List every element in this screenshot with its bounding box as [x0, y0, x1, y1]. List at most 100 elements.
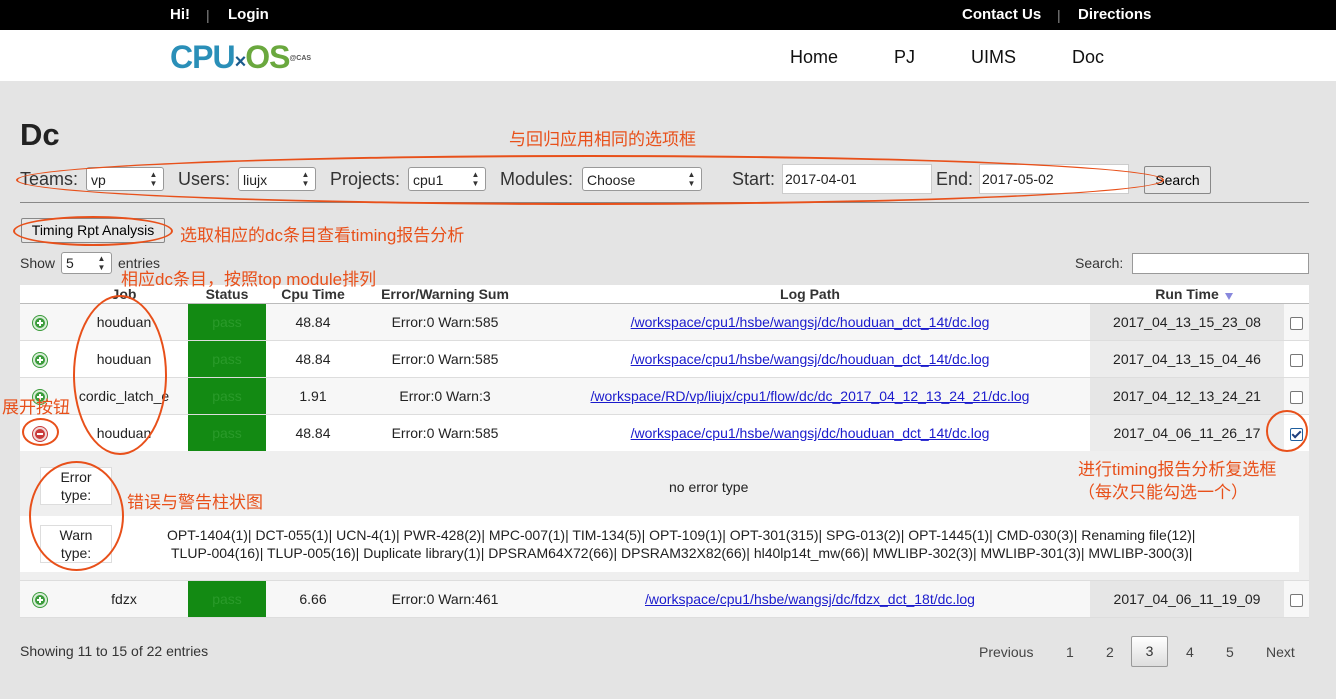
row-checkbox[interactable] — [1290, 593, 1303, 607]
error-warning-cell: Error:0 Warn:585 — [360, 340, 530, 378]
log-path-link[interactable]: /workspace/cpu1/hsbe/wangsj/dc/houduan_d… — [631, 425, 990, 441]
annotation-checkbox: 进行timing报告分析复选框 — [1078, 460, 1277, 479]
error-warning-cell: Error:0 Warn:3 — [360, 377, 530, 415]
users-label: Users: — [178, 169, 231, 189]
users-select[interactable]: liujx ▲ ▼ — [238, 167, 316, 191]
table-row[interactable]: cordic_latch_e pass 1.91 Error:0 Warn:3 … — [20, 377, 1309, 415]
chevron-updown-icon: ▲ ▼ — [97, 254, 106, 272]
job-cell: houduan — [60, 303, 188, 341]
warn-type-line: OPT-1404(1)| DCT-055(1)| UCN-4(1)| PWR-4… — [167, 527, 1196, 543]
pager-page-2[interactable]: 2 — [1106, 644, 1114, 660]
projects-value: cpu1 — [413, 172, 444, 188]
warn-type-row — [20, 516, 1299, 572]
search-label: Search: — [1075, 255, 1124, 271]
log-path-link[interactable]: /workspace/cpu1/hsbe/wangsj/dc/fdzx_dct_… — [645, 591, 975, 607]
teams-label: Teams: — [20, 169, 79, 189]
job-cell: fdzx — [60, 581, 188, 618]
pager-page-5[interactable]: 5 — [1226, 644, 1234, 660]
job-cell: houduan — [60, 340, 188, 378]
cpu-time-cell: 6.66 — [266, 581, 360, 618]
pager-next[interactable]: Next — [1266, 644, 1295, 660]
job-cell: houduan — [60, 414, 188, 452]
warn-type-line: TLUP-004(16)| TLUP-005(16)| Duplicate li… — [171, 545, 1193, 561]
logo-sup: @CAS — [289, 55, 312, 62]
log-path-link[interactable]: /workspace/RD/vp/liujx/cpu1/flow/dc/dc_2… — [591, 388, 1030, 404]
error-label-line: type: — [60, 487, 92, 503]
cpu-time-cell: 48.84 — [266, 303, 360, 341]
status-cell: pass — [188, 303, 266, 341]
row-checkbox[interactable] — [1290, 390, 1303, 404]
column-header-error-warning-sum[interactable]: Error/Warning Sum — [360, 285, 530, 304]
annotation-chart: 错误与警告柱状图 — [127, 493, 263, 512]
hi-link[interactable]: Hi! — [170, 6, 190, 23]
entries-select[interactable]: 5 ▲ ▼ — [61, 252, 112, 274]
warn-label-line: Warn — [59, 527, 93, 543]
nav-uims[interactable]: UIMS — [971, 47, 1016, 68]
error-type-label: Error type: — [40, 467, 112, 505]
log-path-link[interactable]: /workspace/cpu1/hsbe/wangsj/dc/houduan_d… — [631, 314, 990, 330]
page-title: Dc — [20, 117, 60, 152]
end-label: End: — [936, 169, 974, 189]
projects-label: Projects: — [330, 169, 401, 189]
pager-page-4[interactable]: 4 — [1186, 644, 1194, 660]
logo-cpu: CPU — [170, 39, 236, 75]
logo[interactable]: CPU×OS@CAS — [170, 41, 311, 73]
start-label: Start: — [732, 169, 776, 189]
row-checkbox[interactable] — [1290, 353, 1303, 367]
annotation-job: 相应dc条目，按照top module排列 — [121, 270, 377, 289]
expand-icon[interactable] — [33, 353, 47, 368]
run-time-cell: 2017_04_06_11_19_09 — [1090, 581, 1284, 618]
error-warning-cell: Error:0 Warn:461 — [360, 581, 530, 618]
error-warning-cell: Error:0 Warn:585 — [360, 414, 530, 452]
expand-icon[interactable] — [33, 593, 47, 608]
annotation-timing: 选取相应的dc条目查看timing报告分析 — [180, 226, 465, 245]
table-row[interactable]: houduan pass 48.84 Error:0 Warn:585 /wor… — [20, 414, 1309, 452]
collapse-icon[interactable] — [33, 427, 47, 442]
modules-select[interactable]: Choose ▲ ▼ — [582, 167, 702, 191]
separator: | — [206, 7, 210, 23]
directions-link[interactable]: Directions — [1078, 6, 1151, 23]
end-date-input[interactable]: 2017-05-02 — [979, 164, 1129, 194]
logo-os: OS — [245, 39, 290, 75]
logo-x: × — [234, 51, 247, 73]
pager-page-1[interactable]: 1 — [1066, 644, 1074, 660]
expand-column-header — [20, 285, 60, 304]
annotation-checkbox-note: （每次只能勾选一个） — [1078, 483, 1248, 502]
column-header-run-time[interactable]: Run Time — [1090, 285, 1284, 304]
divider — [20, 202, 1309, 203]
table-search-input[interactable] — [1132, 253, 1309, 274]
expand-icon[interactable] — [33, 316, 47, 331]
nav-pj[interactable]: PJ — [894, 47, 915, 68]
modules-value: Choose — [587, 172, 636, 188]
table-row[interactable]: houduan pass 48.84 Error:0 Warn:585 /wor… — [20, 303, 1309, 341]
start-date-input[interactable]: 2017-04-01 — [782, 164, 932, 194]
status-cell: pass — [188, 377, 266, 415]
log-path-link[interactable]: /workspace/cpu1/hsbe/wangsj/dc/houduan_d… — [631, 351, 990, 367]
modules-label: Modules: — [500, 169, 574, 189]
annotation-filters: 与回归应用相同的选项框 — [509, 130, 696, 149]
login-link[interactable]: Login — [228, 6, 269, 23]
status-cell: pass — [188, 340, 266, 378]
users-value: liujx — [243, 172, 268, 188]
top-bar: Hi! | Login Contact Us | Directions — [0, 0, 1336, 30]
row-checkbox-checked[interactable] — [1290, 427, 1303, 441]
search-button[interactable]: Search — [1144, 166, 1211, 194]
nav-doc[interactable]: Doc — [1072, 47, 1104, 68]
row-checkbox[interactable] — [1290, 316, 1303, 330]
status-cell: pass — [188, 414, 266, 452]
show-label: Show — [20, 255, 56, 271]
column-header-log-path[interactable]: Log Path — [530, 285, 1090, 304]
timing-rpt-analysis-button[interactable]: Timing Rpt Analysis — [21, 218, 165, 243]
table-row[interactable]: houduan pass 48.84 Error:0 Warn:585 /wor… — [20, 340, 1309, 378]
pager-page-current[interactable]: 3 — [1131, 636, 1168, 667]
table-row[interactable]: fdzx pass 6.66 Error:0 Warn:461 /workspa… — [20, 581, 1309, 618]
projects-select[interactable]: cpu1 ▲ ▼ — [408, 167, 486, 191]
select-column-header — [1225, 285, 1309, 304]
run-time-header-label: Run Time — [1155, 286, 1219, 302]
job-cell: cordic_latch_e — [60, 377, 188, 415]
teams-select[interactable]: vp ▲ ▼ — [86, 167, 164, 191]
pager-previous[interactable]: Previous — [979, 644, 1033, 660]
nav-home[interactable]: Home — [790, 47, 838, 68]
header: CPU×OS@CAS Home PJ UIMS Doc — [0, 30, 1336, 81]
contact-link[interactable]: Contact Us — [962, 6, 1041, 23]
